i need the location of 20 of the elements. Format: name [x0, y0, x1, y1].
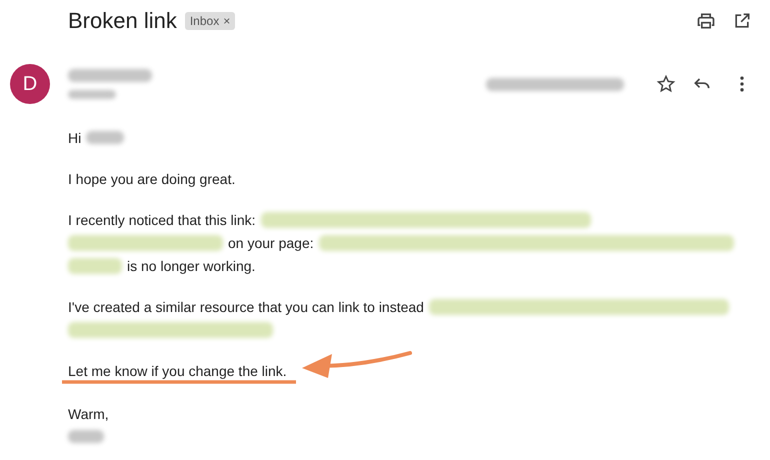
body-text: I recently noticed that this link:: [68, 212, 256, 228]
body-text: Warm,: [68, 406, 109, 422]
blurred-link[interactable]: [428, 298, 729, 314]
label-chip[interactable]: Inbox ×: [184, 12, 236, 30]
body-text: Let me know if you change the link.: [68, 362, 287, 378]
blurred-link[interactable]: [260, 212, 591, 228]
body-text: is no longer working.: [127, 258, 256, 274]
blurred-link[interactable]: [318, 234, 734, 250]
blurred-link[interactable]: [68, 234, 223, 250]
body-text: Hi: [68, 130, 82, 146]
blurred-name: [68, 430, 104, 443]
body-text: I hope you are doing great.: [68, 170, 236, 186]
blurred-link[interactable]: [68, 322, 273, 338]
blurred-link[interactable]: [68, 258, 122, 274]
blurred-name: [86, 131, 124, 144]
avatar: D: [10, 64, 50, 104]
email-subject: Broken link: [68, 8, 177, 34]
body-text: I've created a similar resource that you can link to instead: [68, 298, 424, 314]
blurred-recipient: [68, 90, 116, 99]
body-text: on your page:: [228, 234, 314, 250]
